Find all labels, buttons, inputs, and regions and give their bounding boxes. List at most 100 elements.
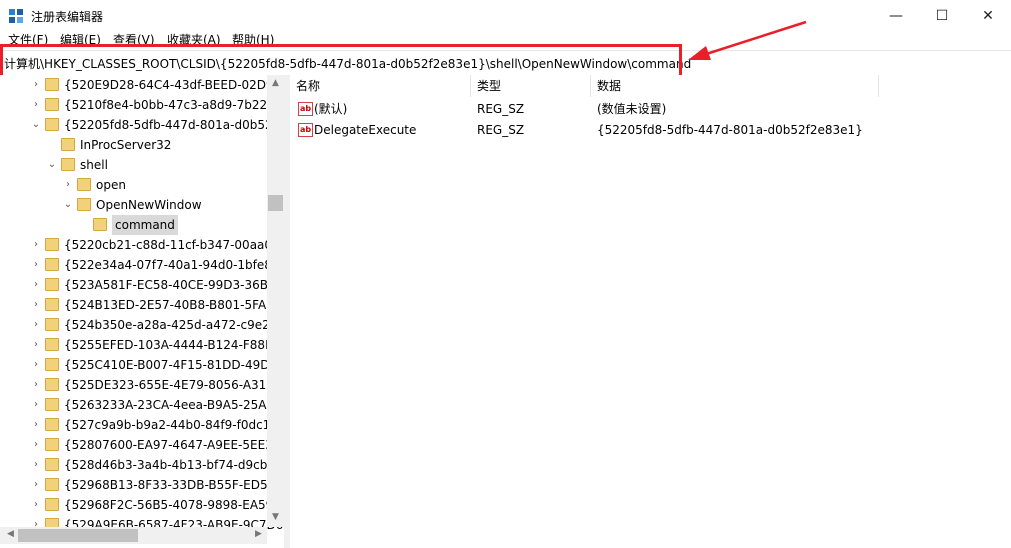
tree-item[interactable]: › {5210f8e4-b0bb-47c3-a8d9-7b2282 — [0, 95, 282, 115]
minimize-button[interactable]: — — [873, 0, 919, 32]
expand-chevron-icon[interactable]: › — [62, 175, 74, 195]
close-button[interactable]: ✕ — [965, 0, 1011, 32]
tree-item[interactable]: › {5255EFED-103A-4444-B124-F88F9 — [0, 335, 280, 355]
tree-item-label[interactable]: {52968B13-8F33-33DB-B55F-ED57D — [64, 475, 284, 495]
expand-chevron-icon[interactable]: › — [30, 95, 42, 115]
folder-icon — [77, 198, 91, 211]
tree-item-label[interactable]: {52968F2C-56B5-4078-9898-EA595I — [64, 495, 284, 515]
tree-item-label[interactable]: {52807600-EA97-4647-A9EE-5EE38 — [64, 435, 280, 455]
tree-item[interactable]: › {524B13ED-2E57-40B8-B801-5FA35 — [0, 295, 281, 315]
folder-icon — [45, 118, 59, 131]
tree-item-label[interactable]: OpenNewWindow — [96, 195, 202, 215]
expand-chevron-icon[interactable]: › — [30, 255, 42, 275]
value-data: (数值未设置) — [597, 102, 667, 116]
tree-vertical-scrollbar[interactable] — [267, 75, 284, 527]
tree-item-label[interactable]: {524b350e-a28a-425d-a472-c9e2e2 — [64, 315, 284, 335]
tree-vertical-scroll-thumb[interactable] — [268, 195, 283, 211]
folder-icon — [45, 338, 59, 351]
expand-chevron-icon[interactable] — [78, 215, 90, 235]
tree-item-label[interactable]: {5255EFED-103A-4444-B124-F88F9 — [64, 335, 280, 355]
expand-chevron-icon[interactable]: › — [30, 315, 42, 335]
expand-chevron-icon[interactable]: › — [30, 415, 42, 435]
tree-item-label[interactable]: {5263233A-23CA-4eea-B9A5-25A23 — [64, 395, 282, 415]
tree-item-label[interactable]: {525C410E-B007-4F15-81DD-49DF9 — [64, 355, 284, 375]
tree-item[interactable]: command — [0, 215, 267, 235]
scroll-left-arrow[interactable]: ◀ — [2, 529, 19, 539]
column-header-name[interactable]: 名称 — [290, 75, 471, 97]
collapse-chevron-icon[interactable]: ⌄ — [30, 115, 42, 135]
string-value-icon: ab — [298, 102, 313, 116]
tree-item[interactable]: › {525DE323-655E-4E79-8056-A3118 — [0, 375, 282, 395]
tree-item-label[interactable]: {52205fd8-5dfb-447d-801a-d0b52f — [64, 115, 277, 135]
tree-item-label[interactable]: {524B13ED-2E57-40B8-B801-5FA35 — [64, 295, 281, 315]
expand-chevron-icon[interactable] — [46, 135, 58, 155]
tree-item[interactable]: InProcServer32 — [0, 135, 267, 155]
tree-item[interactable]: › {528d46b3-3a4b-4b13-bf74-d9cbd — [0, 455, 275, 475]
folder-icon — [45, 318, 59, 331]
value-row[interactable]: ab DelegateExecute REG_SZ {52205fd8-5dfb… — [290, 120, 1011, 141]
expand-chevron-icon[interactable]: › — [30, 495, 42, 515]
title-bar: 注册表编辑器 — ☐ ✕ — [0, 0, 1011, 32]
address-highlight-box — [0, 44, 682, 78]
tree-item-label[interactable]: command — [112, 215, 178, 235]
collapse-chevron-icon[interactable]: ⌄ — [62, 195, 74, 215]
value-row[interactable]: ab (默认) REG_SZ (数值未设置) — [290, 99, 1011, 120]
expand-chevron-icon[interactable]: › — [30, 455, 42, 475]
column-header-data[interactable]: 数据 — [591, 75, 879, 97]
folder-icon — [45, 238, 59, 251]
expand-chevron-icon[interactable]: › — [30, 375, 42, 395]
folder-icon — [61, 158, 75, 171]
tree-item[interactable]: › {52968B13-8F33-33DB-B55F-ED57D — [0, 475, 284, 495]
tree-item[interactable]: › {52968F2C-56B5-4078-9898-EA595I — [0, 495, 284, 515]
tree-item-label[interactable]: {525DE323-655E-4E79-8056-A3118 — [64, 375, 282, 395]
tree-item-label[interactable]: {5210f8e4-b0bb-47c3-a8d9-7b2282 — [64, 95, 282, 115]
tree-item[interactable]: › {5263233A-23CA-4eea-B9A5-25A23 — [0, 395, 282, 415]
column-header-type[interactable]: 类型 — [471, 75, 591, 97]
folder-icon — [45, 458, 59, 471]
tree-item[interactable]: ⌄ OpenNewWindow — [0, 195, 267, 215]
expand-chevron-icon[interactable]: › — [30, 435, 42, 455]
tree-item[interactable]: › {52807600-EA97-4647-A9EE-5EE38 — [0, 435, 280, 455]
scroll-down-arrow[interactable]: ▼ — [267, 512, 284, 522]
expand-chevron-icon[interactable]: › — [30, 295, 42, 315]
tree-item-label[interactable]: {527c9a9b-b9a2-44b0-84f9-f0dc11 — [64, 415, 278, 435]
tree-item[interactable]: › {5220cb21-c88d-11cf-b347-00aa00 — [0, 235, 280, 255]
tree-item-label[interactable]: {522e34a4-07f7-40a1-94d0-1bfe83 — [64, 255, 280, 275]
folder-icon — [45, 398, 59, 411]
expand-chevron-icon[interactable]: › — [30, 75, 42, 95]
tree-item[interactable]: › {524b350e-a28a-425d-a472-c9e2e2 — [0, 315, 284, 335]
collapse-chevron-icon[interactable]: ⌄ — [46, 155, 58, 175]
folder-icon — [45, 478, 59, 491]
values-list-pane[interactable]: 名称 类型 数据 ab (默认) REG_SZ (数值未设置) ab Deleg… — [290, 75, 1011, 548]
folder-icon — [93, 218, 107, 231]
expand-chevron-icon[interactable]: › — [30, 235, 42, 255]
tree-item-label[interactable]: {523A581F-EC58-40CE-99D3-36BF7 — [64, 275, 283, 295]
tree-item[interactable]: › open — [0, 175, 267, 195]
expand-chevron-icon[interactable]: › — [30, 475, 42, 495]
tree-pane[interactable]: › {520E9D28-64C4-43df-BEED-02D9A › {5210f8e… — [0, 75, 285, 548]
registry-editor-icon — [9, 9, 23, 23]
expand-chevron-icon[interactable]: › — [30, 335, 42, 355]
tree-item-label[interactable]: shell — [80, 155, 108, 175]
expand-chevron-icon[interactable]: › — [30, 275, 42, 295]
scroll-up-arrow[interactable]: ▲ — [267, 78, 284, 88]
tree-item-label[interactable]: {5220cb21-c88d-11cf-b347-00aa00 — [64, 235, 280, 255]
folder-icon — [45, 498, 59, 511]
tree-item-label[interactable]: {520E9D28-64C4-43df-BEED-02D9A — [64, 75, 282, 95]
tree-item[interactable]: ⌄ {52205fd8-5dfb-447d-801a-d0b52f — [0, 115, 277, 135]
tree-item-label[interactable]: open — [96, 175, 126, 195]
folder-icon — [77, 178, 91, 191]
tree-item[interactable]: › {523A581F-EC58-40CE-99D3-36BF7 — [0, 275, 283, 295]
tree-item-label[interactable]: InProcServer32 — [80, 135, 171, 155]
tree-item-label[interactable]: {528d46b3-3a4b-4b13-bf74-d9cbd — [64, 455, 275, 475]
tree-item[interactable]: › {525C410E-B007-4F15-81DD-49DF9 — [0, 355, 284, 375]
tree-item[interactable]: › {520E9D28-64C4-43df-BEED-02D9A — [0, 75, 282, 95]
tree-item[interactable]: › {527c9a9b-b9a2-44b0-84f9-f0dc11 — [0, 415, 278, 435]
expand-chevron-icon[interactable]: › — [30, 355, 42, 375]
tree-horizontal-scroll-thumb[interactable] — [18, 529, 138, 542]
scroll-right-arrow[interactable]: ▶ — [250, 529, 267, 539]
expand-chevron-icon[interactable]: › — [30, 395, 42, 415]
tree-item[interactable]: ⌄ shell — [0, 155, 267, 175]
tree-item[interactable]: › {522e34a4-07f7-40a1-94d0-1bfe83 — [0, 255, 280, 275]
maximize-button[interactable]: ☐ — [919, 0, 965, 32]
